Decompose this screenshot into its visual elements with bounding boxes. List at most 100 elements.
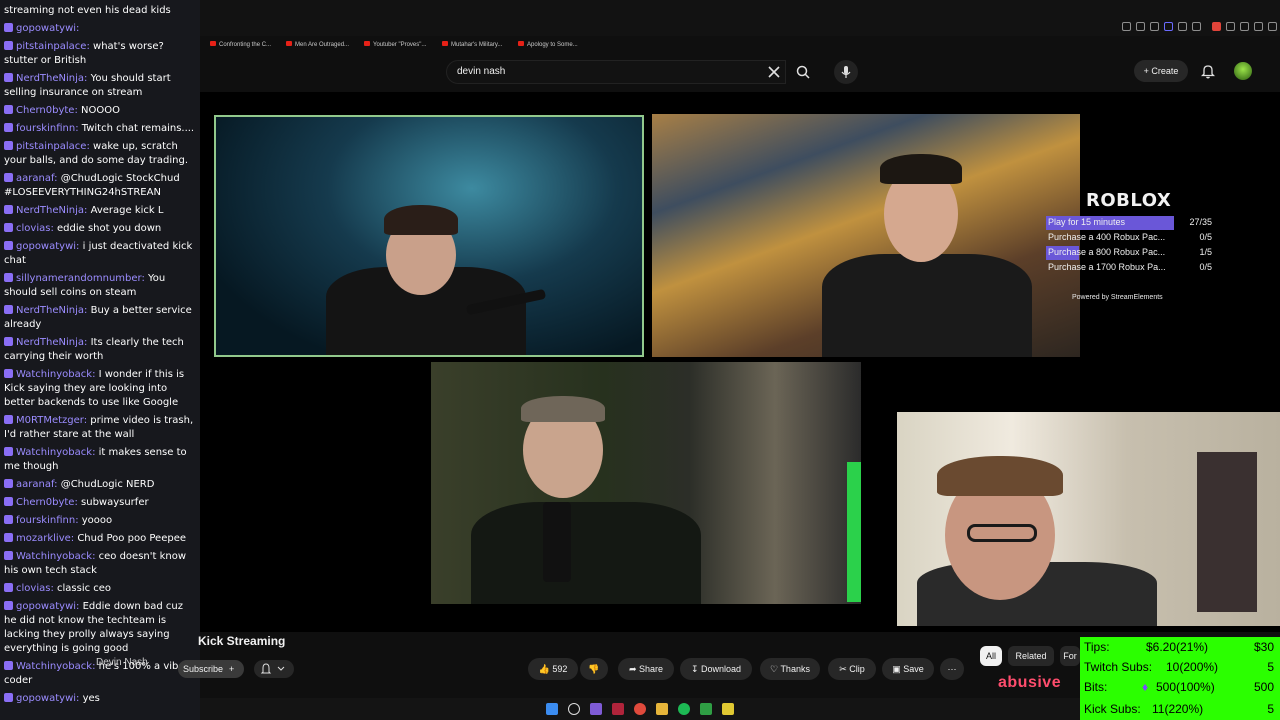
thanks-button[interactable]: ♡ Thanks bbox=[760, 658, 820, 680]
windows-start-icon[interactable] bbox=[546, 703, 558, 715]
video-player[interactable]: ROBLOX Play for 15 minutes 27/35 Purchas… bbox=[200, 92, 1280, 632]
extension-icon[interactable] bbox=[1136, 22, 1145, 31]
chat-username[interactable]: clovias bbox=[16, 223, 57, 234]
chat-username[interactable]: gopowatywi bbox=[16, 693, 83, 704]
chat-username[interactable]: gopowatywi bbox=[16, 601, 83, 612]
share-icon: ➦ bbox=[628, 664, 639, 674]
bookmark-item[interactable]: Mutahar's Military... bbox=[442, 41, 502, 48]
chat-message: streaming not even his dead kids bbox=[4, 4, 196, 18]
chat-username[interactable]: gopowatywi bbox=[16, 23, 79, 34]
bookmark-icon: ▣ bbox=[892, 664, 904, 674]
spotify-icon[interactable] bbox=[678, 703, 690, 715]
chat-username[interactable]: NerdTheNinja bbox=[16, 337, 91, 348]
more-actions-button[interactable]: ⋯ bbox=[940, 658, 964, 680]
chat-username[interactable]: Watchinyoback bbox=[16, 551, 99, 562]
chat-username[interactable]: mozarklive bbox=[16, 533, 77, 544]
chat-message: Chern0bytesubwaysurfer bbox=[4, 496, 196, 510]
zoom-icon[interactable] bbox=[1122, 22, 1131, 31]
app-icon[interactable] bbox=[722, 703, 734, 715]
chrome-icon[interactable] bbox=[634, 703, 646, 715]
record-icon[interactable] bbox=[1212, 22, 1221, 31]
chip-for-you[interactable]: For bbox=[1060, 646, 1080, 666]
goal-row: Play for 15 minutes 27/35 bbox=[1046, 216, 1212, 230]
subscriber-badge-icon bbox=[4, 479, 13, 488]
chat-username[interactable]: Chern0byte bbox=[16, 105, 81, 116]
search-input[interactable]: devin nash bbox=[446, 60, 786, 84]
menu-icon[interactable] bbox=[1268, 22, 1277, 31]
chat-username[interactable]: Watchinyoback bbox=[16, 447, 99, 458]
scissors-icon: ✂ bbox=[839, 664, 850, 674]
chat-text: streaming not even his dead kids bbox=[4, 5, 171, 16]
subscriber-badge-icon bbox=[4, 337, 13, 346]
subscriber-badge-icon bbox=[4, 223, 13, 232]
chat-username[interactable]: pitstainpalace bbox=[16, 41, 93, 52]
close-icon[interactable] bbox=[764, 60, 784, 84]
person-shirt bbox=[471, 502, 701, 604]
bookmark-item[interactable]: Confronting the C... bbox=[210, 41, 271, 48]
subscribe-button[interactable]: Subscribe + bbox=[178, 660, 244, 678]
green-light bbox=[847, 462, 861, 602]
chat-username[interactable]: fourskinfinn bbox=[16, 515, 82, 526]
download-button[interactable]: ↧ Download bbox=[680, 658, 752, 680]
chat-message: NerdTheNinjaIts clearly the tech carryin… bbox=[4, 336, 196, 364]
folder-icon[interactable] bbox=[656, 703, 668, 715]
extension-icon[interactable] bbox=[1150, 22, 1159, 31]
subscriber-badge-icon bbox=[4, 73, 13, 82]
shield-icon[interactable] bbox=[1164, 22, 1173, 31]
goal-row: Purchase a 400 Robux Pac... 0/5 bbox=[1048, 232, 1212, 242]
bookmarks-bar: Confronting the C... Men Are Outraged...… bbox=[200, 38, 1280, 52]
chat-username[interactable]: Chern0byte bbox=[16, 497, 81, 508]
bookmark-item[interactable]: Men Are Outraged... bbox=[286, 41, 349, 48]
notification-bell-button[interactable] bbox=[254, 660, 294, 678]
chat-username[interactable]: NerdTheNinja bbox=[16, 305, 91, 316]
browser-tabstrip bbox=[200, 0, 1280, 36]
subscriber-badge-icon bbox=[4, 661, 13, 670]
subscriber-badge-icon bbox=[4, 497, 13, 506]
chat-username[interactable]: NerdTheNinja bbox=[16, 73, 91, 84]
chat-username[interactable]: pitstainpalace bbox=[16, 141, 93, 152]
goal-row: Purchase a 800 Robux Pac... 1/5 bbox=[1046, 246, 1212, 260]
chat-username[interactable]: clovias bbox=[16, 583, 57, 594]
dislike-button[interactable]: 👎 bbox=[580, 658, 608, 680]
chat-username[interactable]: Watchinyoback bbox=[16, 369, 99, 380]
chat-username[interactable]: fourskinfinn bbox=[16, 123, 82, 134]
subscriber-badge-icon bbox=[4, 273, 13, 282]
extension-icon[interactable] bbox=[1254, 22, 1263, 31]
chip-related[interactable]: Related bbox=[1008, 646, 1054, 666]
create-button[interactable]: + Create bbox=[1134, 60, 1188, 82]
notifications-button[interactable] bbox=[1198, 61, 1218, 81]
heart-icon[interactable] bbox=[1192, 22, 1201, 31]
chat-username[interactable]: sillynamerandomnumber bbox=[16, 273, 148, 284]
chat-username[interactable]: aaranaf bbox=[16, 173, 61, 184]
account-avatar[interactable] bbox=[1234, 62, 1252, 80]
chat-username[interactable]: aaranaf bbox=[16, 479, 61, 490]
subscriber-badge-icon bbox=[4, 583, 13, 592]
webcam-streamer bbox=[897, 412, 1280, 626]
clip-button[interactable]: ✂ Clip bbox=[828, 658, 876, 680]
chat-username[interactable]: M0RTMetzger bbox=[16, 415, 90, 426]
channel-name[interactable]: Devin Nash bbox=[96, 657, 148, 668]
app-icon[interactable] bbox=[590, 703, 602, 715]
search-icon[interactable] bbox=[568, 703, 580, 715]
share-button[interactable]: ➦ Share bbox=[618, 658, 674, 680]
chat-username[interactable]: Watchinyoback bbox=[16, 661, 99, 672]
subscriber-badge-icon bbox=[4, 533, 13, 542]
chat-username[interactable]: NerdTheNinja bbox=[16, 205, 91, 216]
voice-search-button[interactable] bbox=[834, 60, 858, 84]
save-button[interactable]: ▣ Save bbox=[882, 658, 934, 680]
play-icon[interactable] bbox=[1178, 22, 1187, 31]
chip-all[interactable]: All bbox=[980, 646, 1002, 666]
bookmark-item[interactable]: Youtuber "Proves"... bbox=[364, 41, 426, 48]
plus-icon: + bbox=[229, 664, 235, 674]
xbox-icon[interactable] bbox=[700, 703, 712, 715]
chat-message: NerdTheNinjaBuy a better service already bbox=[4, 304, 196, 332]
search-button[interactable] bbox=[788, 60, 818, 84]
extension-icon[interactable] bbox=[1240, 22, 1249, 31]
person-shirt bbox=[822, 254, 1032, 357]
extension-icon[interactable] bbox=[1226, 22, 1235, 31]
app-icon[interactable] bbox=[612, 703, 624, 715]
chat-username[interactable]: gopowatywi bbox=[16, 241, 83, 252]
like-button[interactable]: 👍 592 bbox=[528, 658, 578, 680]
chat-message: gopowatywiyes bbox=[4, 692, 196, 706]
bookmark-item[interactable]: Apology to Some... bbox=[518, 41, 578, 48]
